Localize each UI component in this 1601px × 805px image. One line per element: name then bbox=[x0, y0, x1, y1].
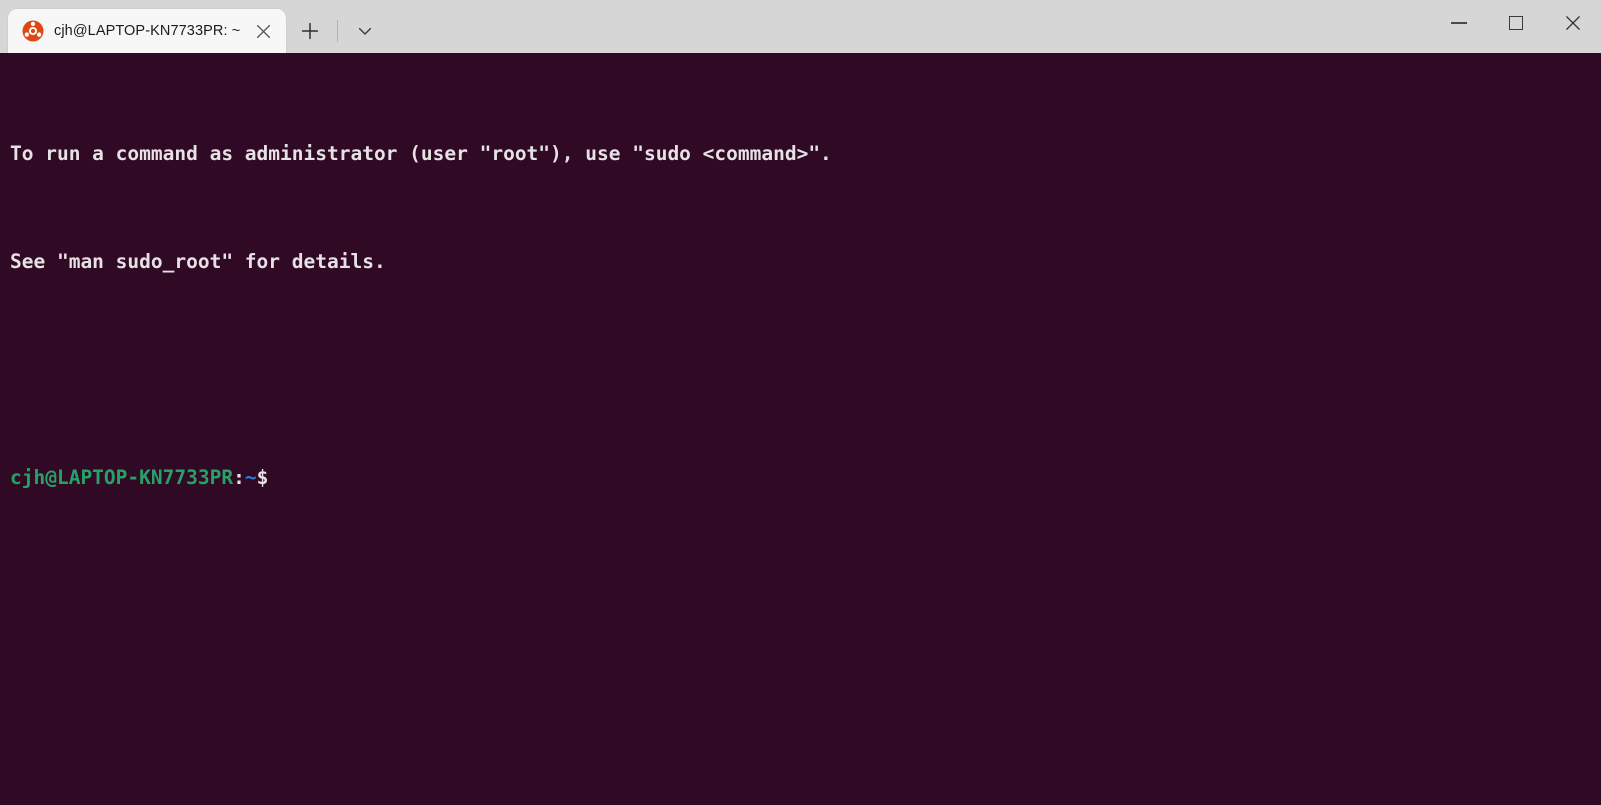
terminal-prompt-line: cjh@LAPTOP-KN7733PR:~$ bbox=[10, 464, 1601, 491]
tab-close-button[interactable] bbox=[246, 14, 280, 48]
ubuntu-logo-icon bbox=[22, 20, 44, 42]
terminal-line: See "man sudo_root" for details. bbox=[10, 250, 386, 273]
minimize-icon bbox=[1450, 22, 1467, 24]
maximize-button[interactable] bbox=[1487, 0, 1544, 46]
prompt-path: ~ bbox=[244, 466, 257, 489]
terminal-screen: To run a command as administrator (user … bbox=[10, 59, 1601, 572]
tab-list-button[interactable] bbox=[347, 14, 383, 48]
terminal-line: To run a command as administrator (user … bbox=[10, 142, 832, 165]
tab-bar-actions bbox=[286, 9, 383, 53]
toolbar-separator bbox=[337, 20, 339, 42]
terminal-body[interactable]: To run a command as administrator (user … bbox=[0, 53, 1601, 805]
prompt-user-host: cjh@LAPTOP-KN7733PR bbox=[10, 466, 234, 489]
prompt-separator: : bbox=[233, 466, 245, 489]
title-bar: cjh@LAPTOP-KN7733PR: ~ bbox=[0, 0, 1601, 53]
prompt-sigil: $ bbox=[256, 466, 269, 489]
terminal-window: cjh@LAPTOP-KN7733PR: ~ To run a command … bbox=[0, 0, 1601, 805]
tab-active[interactable]: cjh@LAPTOP-KN7733PR: ~ bbox=[8, 9, 287, 53]
minimize-button[interactable] bbox=[1430, 0, 1487, 46]
maximize-icon bbox=[1508, 16, 1523, 30]
close-button[interactable] bbox=[1544, 0, 1601, 46]
tab-strip: cjh@LAPTOP-KN7733PR: ~ bbox=[0, 0, 383, 53]
new-tab-button[interactable] bbox=[292, 14, 328, 48]
tab-title: cjh@LAPTOP-KN7733PR: ~ bbox=[54, 23, 241, 39]
window-controls bbox=[1430, 0, 1601, 46]
close-icon bbox=[1565, 16, 1580, 30]
